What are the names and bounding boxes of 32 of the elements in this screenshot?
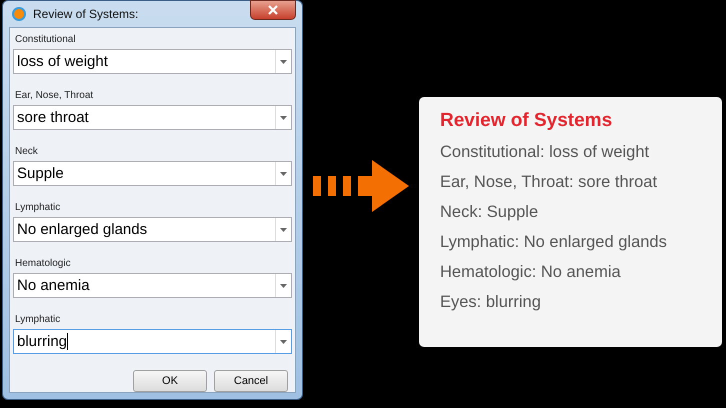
- summary-line: Eyes: blurring: [440, 292, 542, 313]
- dropdown-arrow-icon: [280, 116, 287, 120]
- dropdown-field[interactable]: No anemia: [13, 273, 292, 298]
- summary-line: Ear, Nose, Throat: sore throat: [440, 172, 658, 193]
- summary-line: Neck: Supple: [440, 202, 540, 223]
- field-label: Hematologic: [15, 258, 72, 269]
- dropdown-arrow-icon: [280, 172, 287, 176]
- close-button[interactable]: [250, 0, 296, 20]
- field-label: Lymphatic: [15, 202, 62, 213]
- close-icon: [268, 5, 278, 15]
- window-title: Review of Systems:: [33, 7, 140, 21]
- summary-title: Review of Systems: [440, 110, 614, 132]
- dropdown-arrow-icon: [280, 284, 287, 288]
- dropdown-arrow-icon: [280, 340, 287, 344]
- field-label: Neck: [15, 146, 39, 157]
- dropdown-arrow-icon: [280, 228, 287, 232]
- field-label: Ear, Nose, Throat: [15, 90, 94, 101]
- dropdown-field[interactable]: sore throat: [13, 105, 292, 130]
- cancel-button[interactable]: Cancel: [214, 370, 288, 392]
- summary-line: Constitutional: loss of weight: [440, 142, 650, 163]
- summary-line: Lymphatic: No enlarged glands: [440, 232, 668, 253]
- dropdown-field[interactable]: Supple: [13, 161, 292, 186]
- dropdown-arrow-icon: [280, 60, 287, 64]
- dropdown-field[interactable]: blurring: [13, 329, 292, 354]
- app-icon: [11, 6, 27, 22]
- dropdown-field[interactable]: No enlarged glands: [13, 217, 292, 242]
- field-label: Lymphatic: [15, 314, 62, 325]
- dashed-arrow-icon: [313, 160, 409, 212]
- field-label: Constitutional: [15, 34, 77, 45]
- dropdown-field[interactable]: loss of weight: [13, 49, 292, 74]
- ok-button[interactable]: OK: [133, 370, 207, 392]
- summary-line: Hematologic: No anemia: [440, 262, 622, 283]
